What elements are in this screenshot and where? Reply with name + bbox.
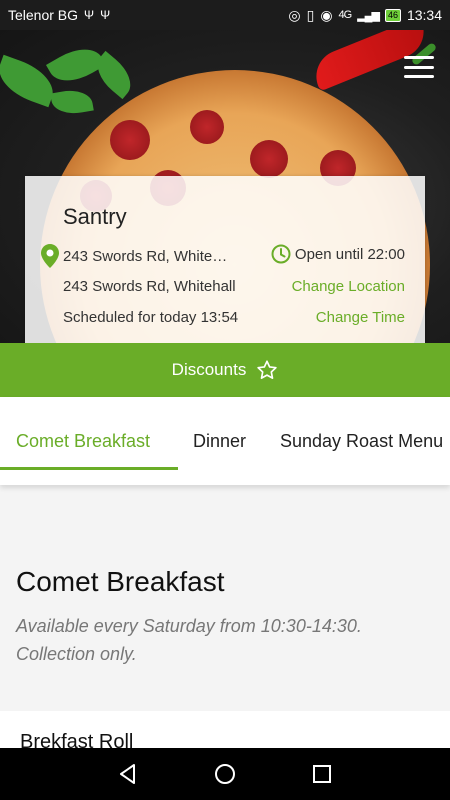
status-bar: Telenor BG Ψ Ψ ◎ ▯ ◉ 4G ▂▄▆ 46 13:34 — [0, 0, 450, 30]
hamburger-menu-icon[interactable] — [404, 56, 434, 78]
battery-icon: 46 — [384, 8, 401, 22]
store-info-card: Santry 243 Swords Rd, White… Open until … — [25, 176, 425, 343]
home-icon[interactable] — [213, 762, 237, 786]
change-time-link[interactable]: Change Time — [316, 309, 405, 326]
change-location-link[interactable]: Change Location — [292, 278, 405, 295]
vibrate-icon: ▯ — [306, 6, 315, 23]
star-icon — [257, 360, 278, 379]
clock-icon — [271, 244, 291, 264]
signal-icon: ▂▄▆ — [357, 9, 380, 22]
store-name: Santry — [63, 204, 127, 229]
clock-time: 13:34 — [406, 7, 442, 23]
discounts-label: Discounts — [171, 360, 247, 379]
tab-comet-breakfast[interactable]: Comet Breakfast — [16, 431, 150, 452]
tab-dinner[interactable]: Dinner — [193, 431, 246, 452]
scheduled-time: Scheduled for today 13:54 — [63, 309, 239, 326]
basil-leaf-image — [50, 86, 94, 118]
tab-sunday-roast-menu[interactable]: Sunday Roast Menu — [280, 431, 443, 452]
hotspot-icon: ◎ — [288, 6, 301, 23]
location-pin-icon — [41, 244, 59, 268]
opening-hours-row: Open until 22:00 — [271, 244, 405, 264]
address-short: 243 Swords Rd, White… — [63, 247, 228, 265]
usb-icon: Ψ — [84, 8, 95, 22]
status-icons: ◎ ▯ ◉ 4G ▂▄▆ 46 13:34 — [288, 7, 442, 24]
carrier-name: Telenor BG — [8, 7, 79, 23]
carrier-group: Telenor BG Ψ Ψ — [8, 7, 110, 23]
section-title: Comet Breakfast — [16, 566, 225, 597]
back-icon[interactable] — [116, 762, 140, 786]
system-nav-bar — [0, 748, 450, 800]
network-type: 4G — [338, 9, 353, 21]
section-description: Available every Saturday from 10:30-14:3… — [16, 616, 362, 664]
recent-apps-icon[interactable] — [310, 762, 334, 786]
open-status: Open until 22:00 — [294, 245, 405, 263]
address-full: 243 Swords Rd, Whitehall — [63, 278, 236, 295]
active-tab-indicator — [0, 467, 178, 470]
discounts-button[interactable]: Discounts — [0, 343, 450, 397]
menu-category-tabs: Comet Breakfast Dinner Sunday Roast Menu — [0, 397, 450, 485]
menu-item-card[interactable]: Brekfast Roll — [0, 711, 450, 751]
usb-icon: Ψ — [100, 8, 111, 22]
eye-icon: ◉ — [320, 6, 333, 23]
address-row: 243 Swords Rd, White… — [41, 244, 227, 268]
